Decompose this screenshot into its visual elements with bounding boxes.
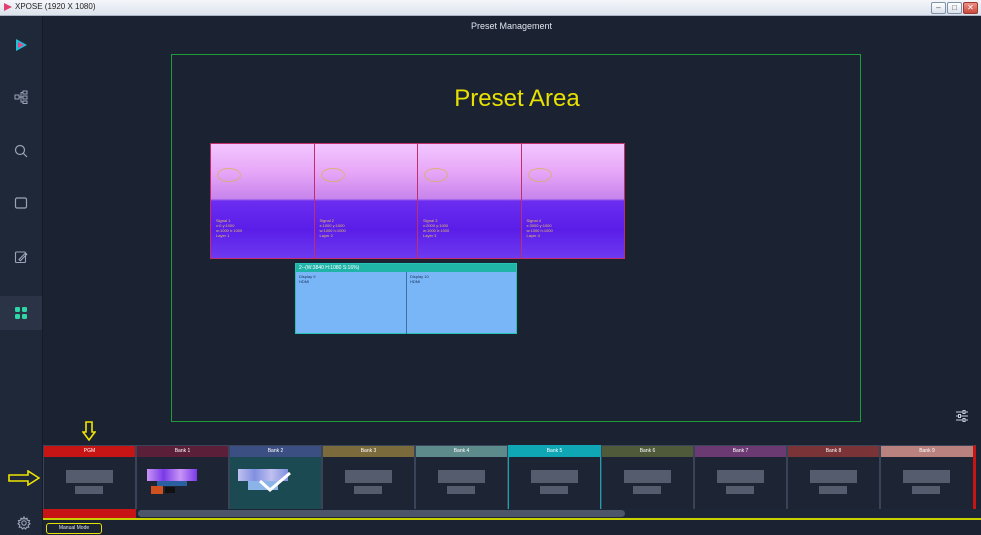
preset-thumbnail-icon bbox=[151, 486, 163, 494]
sidebar-item-edit[interactable] bbox=[10, 246, 32, 268]
bank-7[interactable]: Bank 7 bbox=[694, 445, 787, 510]
settings-button[interactable] bbox=[14, 513, 34, 533]
window-controls: – □ ✕ bbox=[931, 2, 978, 14]
layer-info: Signal 1 x:0 y:1000 w:1000 h:1000 Layer 1 bbox=[216, 218, 243, 238]
layer-tile[interactable]: Signal 3 x:2000 y:1000 w:1000 h:1000 Layer… bbox=[418, 144, 522, 258]
arrow-down-icon bbox=[82, 421, 96, 441]
bank-divider bbox=[43, 518, 981, 520]
screen-output[interactable]: 2--(W:3840 H:1080 S:16%) Display 9 HDMI … bbox=[295, 263, 517, 334]
sidebar-item-topology[interactable] bbox=[10, 86, 32, 108]
play-logo-icon bbox=[16, 39, 27, 51]
bank-9[interactable]: Bank 9 bbox=[880, 445, 976, 510]
display-cell[interactable]: Display 10 HDMI bbox=[407, 272, 517, 334]
edit-icon bbox=[14, 251, 28, 264]
adjust-settings-button[interactable] bbox=[951, 405, 973, 427]
layer-info: Signal 4 x:3000 y:1000 w:1000 h:1000 Layer… bbox=[526, 218, 553, 238]
signal-preview-graphic bbox=[424, 168, 448, 182]
minimize-button[interactable]: – bbox=[931, 2, 946, 14]
page-title: Preset Management bbox=[470, 21, 553, 31]
layer-group: Signal 1 x:0 y:1000 w:1000 h:1000 Layer 1 … bbox=[210, 143, 625, 259]
window-titlebar: XPOSE (1920 X 1080) – □ ✕ bbox=[0, 0, 981, 16]
manual-mode-button[interactable]: Manual Mode bbox=[46, 523, 102, 534]
sidebar-item-screen[interactable] bbox=[10, 192, 32, 214]
grid-icon bbox=[15, 307, 27, 319]
bank-5[interactable]: Bank 5 bbox=[508, 445, 601, 510]
bank-3[interactable]: Bank 3 bbox=[322, 445, 415, 510]
bank-label: Bank 1 bbox=[137, 446, 228, 457]
signal-preview-graphic bbox=[217, 168, 241, 182]
signal-preview-graphic bbox=[320, 168, 345, 182]
gear-icon bbox=[17, 516, 31, 530]
bank-label: Bank 3 bbox=[323, 446, 414, 457]
bank-4[interactable]: Bank 4 bbox=[415, 445, 508, 510]
bank-label: Bank 6 bbox=[602, 446, 693, 457]
preset-area-label: Preset Area bbox=[454, 85, 580, 112]
sidebar-item-home[interactable] bbox=[10, 34, 32, 56]
bank-1[interactable]: Bank 1 bbox=[136, 445, 229, 510]
signal-preview-graphic bbox=[527, 168, 552, 182]
bank-2[interactable]: Bank 2 bbox=[229, 445, 322, 510]
bank-label: Bank 8 bbox=[788, 446, 879, 457]
sidebar bbox=[0, 16, 43, 535]
close-button[interactable]: ✕ bbox=[963, 2, 978, 14]
bank-label: Bank 2 bbox=[230, 446, 321, 457]
bank-8[interactable]: Bank 8 bbox=[787, 445, 880, 510]
display-cell[interactable]: Display 9 HDMI bbox=[296, 272, 407, 334]
preset-thumbnail-tag bbox=[165, 487, 175, 493]
bank-label: PGM bbox=[44, 446, 135, 457]
bank-label: Bank 7 bbox=[695, 446, 786, 457]
layer-info: Signal 2 x:1000 y:1000 w:1000 h:1000 Layer… bbox=[319, 218, 346, 238]
arrow-right-icon bbox=[8, 470, 40, 486]
app-logo-icon bbox=[4, 3, 12, 11]
bank-pgm[interactable]: PGM bbox=[43, 445, 136, 510]
preset-thumbnail[interactable] bbox=[147, 469, 197, 481]
pgm-indicator bbox=[43, 509, 136, 518]
layer-tile[interactable]: Signal 1 x:0 y:1000 w:1000 h:1000 Layer 1 bbox=[211, 144, 315, 258]
layer-info: Signal 3 x:2000 y:1000 w:1000 h:1000 Layer… bbox=[423, 218, 450, 238]
scrollbar-thumb[interactable] bbox=[138, 510, 625, 517]
bank-6[interactable]: Bank 6 bbox=[601, 445, 694, 510]
layer-tile[interactable]: Signal 4 x:3000 y:1000 w:1000 h:1000 Layer… bbox=[521, 144, 624, 258]
preset-area[interactable]: Preset Area Signal 1 x:0 y:1000 w:1000 h:… bbox=[171, 54, 861, 422]
bank-label: Bank 9 bbox=[881, 446, 973, 457]
bank-scrollbar[interactable] bbox=[43, 509, 981, 520]
sliders-icon bbox=[956, 410, 968, 422]
sidebar-item-preset[interactable] bbox=[10, 302, 32, 324]
bank-label: Bank 5 bbox=[509, 446, 600, 457]
layer-tile[interactable]: Signal 2 x:1000 y:1000 w:1000 h:1000 Layer… bbox=[314, 144, 418, 258]
checkmark-icon bbox=[258, 471, 291, 492]
maximize-button[interactable]: □ bbox=[947, 2, 962, 14]
topology-icon bbox=[14, 90, 28, 104]
search-icon bbox=[14, 144, 28, 158]
bank-strip: PGM Bank 1 Bank 2 Bank 3 Bank 4 Bank 5 B… bbox=[43, 445, 981, 510]
screen-icon bbox=[14, 197, 28, 209]
screen-header: 2--(W:3840 H:1080 S:16%) bbox=[296, 264, 516, 272]
window-title: XPOSE (1920 X 1080) bbox=[15, 2, 96, 11]
sidebar-item-search[interactable] bbox=[10, 140, 32, 162]
bank-label: Bank 4 bbox=[416, 446, 507, 457]
